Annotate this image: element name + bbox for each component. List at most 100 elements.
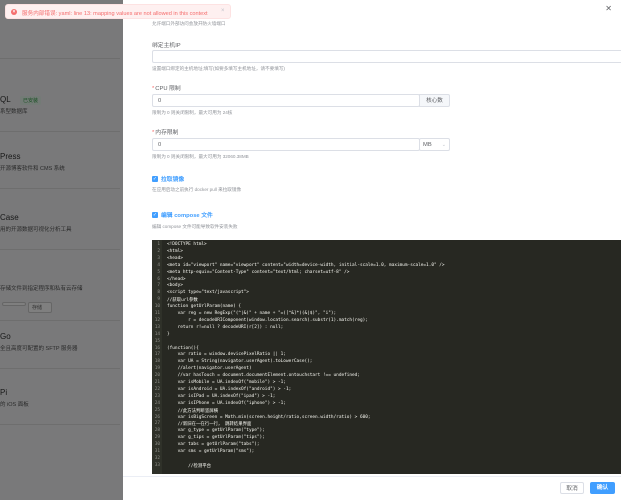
line-number: 27 [154, 421, 160, 427]
line-number: 28 [154, 428, 160, 434]
code-line: } [167, 331, 170, 337]
chevron-down-icon: ⌄ [441, 142, 446, 148]
code-line: return r!=null ? decodeURI(r[2]) : null; [167, 324, 284, 330]
memory-limit-input[interactable]: 0 [152, 138, 420, 151]
line-number: 21 [154, 380, 160, 385]
line-number: 19 [154, 366, 160, 372]
line-number: 31 [154, 449, 160, 454]
bind-ip-input[interactable] [152, 50, 621, 63]
code-line: <html> [167, 248, 183, 254]
port-access-hint: 允许端口外部访问会放开防火墙端口 [152, 21, 226, 26]
edit-compose-hint: 编辑 compose 文件可能导致软件安装失败 [152, 224, 238, 229]
line-number: 7 [157, 283, 160, 289]
compose-code-editor[interactable]: 1 2 3 4 5 6 7 8 9 10 11 12 13 14 15 16 17 18 19 20 21 22 23 24 2… [152, 240, 621, 474]
code-line: <head> [167, 255, 183, 261]
error-toast: × 服务内部错误: yaml: line 13: mapping values … [5, 4, 231, 19]
app-page: QL已安装系型数据库Press开源博客软件和 CMS 系统Case用的开源数据可… [0, 0, 621, 500]
line-number: 18 [154, 359, 160, 365]
line-number: 13 [154, 324, 160, 330]
line-number: 6 [157, 276, 160, 282]
cancel-button[interactable]: 取消 [560, 482, 584, 494]
toast-close-icon[interactable]: × [221, 8, 225, 14]
app-install-drawer: ✕ 允许端口外部访问会放开防火墙端口 绑定主机IP 设置端口绑定的主机地址;填写… [123, 0, 621, 500]
line-number: 23 [154, 393, 160, 399]
pull-image-label: 拉取镜像 [161, 177, 185, 183]
checkbox-checked-icon: ✓ [152, 211, 158, 218]
code-line: //此方法判断竖屏横 [167, 408, 218, 414]
code-line: //获取url参数 [167, 298, 198, 304]
error-toast-message: 服务内部错误: yaml: line 13: mapping values ar… [22, 11, 208, 17]
code-line: //var hasTouch = document.documentElemen… [167, 373, 360, 379]
cpu-unit-suffix: 核心数 [419, 94, 450, 107]
checkbox-checked-icon: ✓ [152, 175, 158, 182]
code-line: //检测平台 [167, 463, 211, 469]
line-number: 10 [154, 304, 160, 310]
code-line: <meta http-equiv="Content-Type" content=… [167, 269, 350, 275]
code-line: (function(){ [167, 345, 199, 351]
line-number: 25 [154, 407, 160, 413]
line-number: 16 [154, 345, 160, 351]
memory-limit-label: *内存限制 [152, 130, 179, 136]
code-line: r = decodeURIComponent(window.location.s… [167, 317, 368, 323]
line-number: 24 [154, 400, 160, 406]
memory-limit-value: 0 [158, 142, 162, 148]
line-number: 11 [154, 311, 160, 316]
line-number: 2 [157, 248, 160, 254]
code-line: //alert(navigator.userAgent) [167, 366, 252, 372]
line-number: 8 [157, 290, 160, 296]
line-number: 33 [154, 462, 160, 468]
code-line: <meta id="viewport" name="viewport" cont… [167, 262, 445, 268]
code-line: var UA = String(navigator.userAgent).toL… [167, 359, 313, 365]
line-number: 1 [157, 242, 160, 247]
code-line: <!DOCTYPE html> [167, 242, 207, 247]
code-line: var isBigScreen = Math.min(screen.height… [167, 414, 371, 420]
line-number: 32 [154, 455, 160, 461]
pull-image-checkbox[interactable]: ✓ 拉取镜像 [152, 174, 184, 183]
error-circle-icon: × [11, 9, 17, 15]
code-line: var isAndroid = UA.indexOf("android") > … [167, 386, 292, 392]
close-icon[interactable]: ✕ [605, 4, 612, 13]
code-line: var isIPhone = UA.indexOf("iphone") > -1… [167, 400, 286, 406]
confirm-button[interactable]: 确认 [590, 482, 615, 494]
line-number: 26 [154, 414, 160, 420]
line-number: 30 [154, 442, 160, 448]
code-line: <script type="text/javascript"> [167, 290, 249, 296]
code-line: var g_tips = getUrlParam("tips"); [167, 435, 265, 441]
code-line: var g_type = getUrlParam("type"); [167, 428, 265, 434]
code-line: function getUrlParam(name) { [167, 304, 242, 310]
bind-ip-label: 绑定主机IP [152, 43, 181, 49]
drawer-footer: 取消 确认 [123, 476, 621, 500]
code-line: var reg = new RegExp("(^|&)" + name + "=… [167, 311, 337, 316]
code-line: var ratio = window.devicePixelRatio || 1… [167, 352, 286, 358]
line-number: 14 [154, 331, 160, 337]
code-line: <body> [167, 283, 183, 289]
code-line: var sms = getUrlParam("sms"); [167, 449, 255, 454]
line-number: 5 [157, 269, 160, 275]
line-number: 29 [154, 435, 160, 441]
memory-unit-select[interactable]: MB ⌄ [419, 138, 450, 151]
line-number: 4 [157, 262, 160, 268]
memory-unit-value: MB [423, 142, 432, 148]
line-number: 12 [154, 317, 160, 323]
bind-ip-hint: 设置端口绑定的主机地址;填写(如要多填写主机地址，请不要填写) [152, 66, 285, 71]
code-line: var isMobile = UA.indexOf("mobile") > -1… [167, 380, 286, 385]
cpu-limit-label: *CPU 限制 [152, 86, 181, 92]
code-line: var tabs = getUrlParam("tabs"); [167, 442, 260, 448]
edit-compose-checkbox[interactable]: ✓ 编辑 compose 文件 [152, 210, 213, 219]
cpu-limit-value: 0 [158, 98, 162, 104]
cpu-limit-input[interactable]: 0 [152, 94, 420, 107]
edit-compose-label: 编辑 compose 文件 [161, 213, 213, 219]
cpu-limit-hint: 限制为 0 则关闭限制，最大可用为 24核 [152, 110, 233, 115]
code-line: var isIPad = UA.indexOf("ipad") > -1; [167, 393, 276, 399]
line-number: 9 [157, 297, 160, 303]
pull-image-hint: 在应用启动之前执行 docker pull 来拉取镜像 [152, 187, 242, 192]
memory-limit-hint: 限制为 0 则关闭限制，最大可用为 32060.38MB [152, 154, 249, 159]
line-number: 15 [154, 338, 160, 344]
line-number-gutter: 1 2 3 4 5 6 7 8 9 10 11 12 13 14 15 16 17 18 19 20 21 22 23 24 2… [152, 240, 162, 474]
line-number: 3 [157, 255, 160, 261]
code-line: //新旧在一在行一行， 跳转结果界面 [167, 422, 252, 428]
line-number: 17 [154, 352, 160, 358]
line-number: 20 [154, 373, 160, 379]
code-line: </head> [167, 276, 186, 282]
line-number: 22 [154, 386, 160, 392]
